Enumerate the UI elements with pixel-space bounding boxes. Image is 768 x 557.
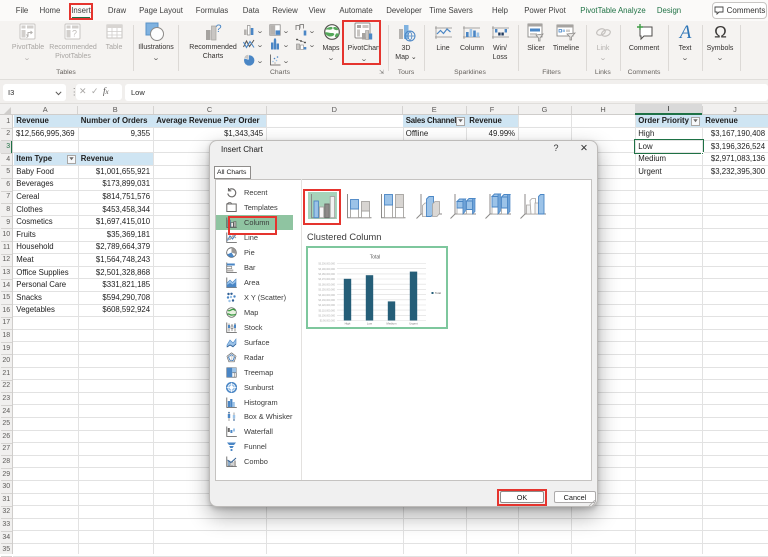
- svg-text:$3,100,000,000: $3,100,000,000: [318, 315, 335, 318]
- svg-text:$3,130,000,000: $3,130,000,000: [318, 299, 335, 302]
- svg-text:Urgent: Urgent: [409, 322, 418, 326]
- svg-text:Total: Total: [369, 255, 380, 261]
- svg-text:$3,120,000,000: $3,120,000,000: [318, 304, 335, 307]
- svg-text:Total: Total: [435, 291, 441, 295]
- svg-text:$3,170,000,000: $3,170,000,000: [318, 278, 335, 281]
- svg-text:$3,160,000,000: $3,160,000,000: [318, 283, 335, 286]
- svg-text:?: ?: [72, 29, 77, 39]
- svg-text:Low: Low: [366, 322, 372, 326]
- svg-text:$3,200,000,000: $3,200,000,000: [318, 263, 335, 266]
- svg-text:$3,150,000,000: $3,150,000,000: [318, 289, 335, 292]
- svg-text:?: ?: [215, 23, 221, 35]
- svg-text:$3,110,000,000: $3,110,000,000: [318, 309, 335, 312]
- svg-text:High: High: [344, 322, 350, 326]
- svg-text:$3,140,000,000: $3,140,000,000: [318, 294, 335, 297]
- svg-text:Medium: Medium: [386, 322, 397, 326]
- svg-text:Ω: Ω: [714, 23, 727, 41]
- svg-text:A: A: [678, 23, 692, 41]
- svg-text:$3,90,000,000: $3,90,000,000: [319, 320, 335, 323]
- svg-text:$3,180,000,000: $3,180,000,000: [318, 273, 335, 276]
- svg-text:$3,190,000,000: $3,190,000,000: [318, 268, 335, 271]
